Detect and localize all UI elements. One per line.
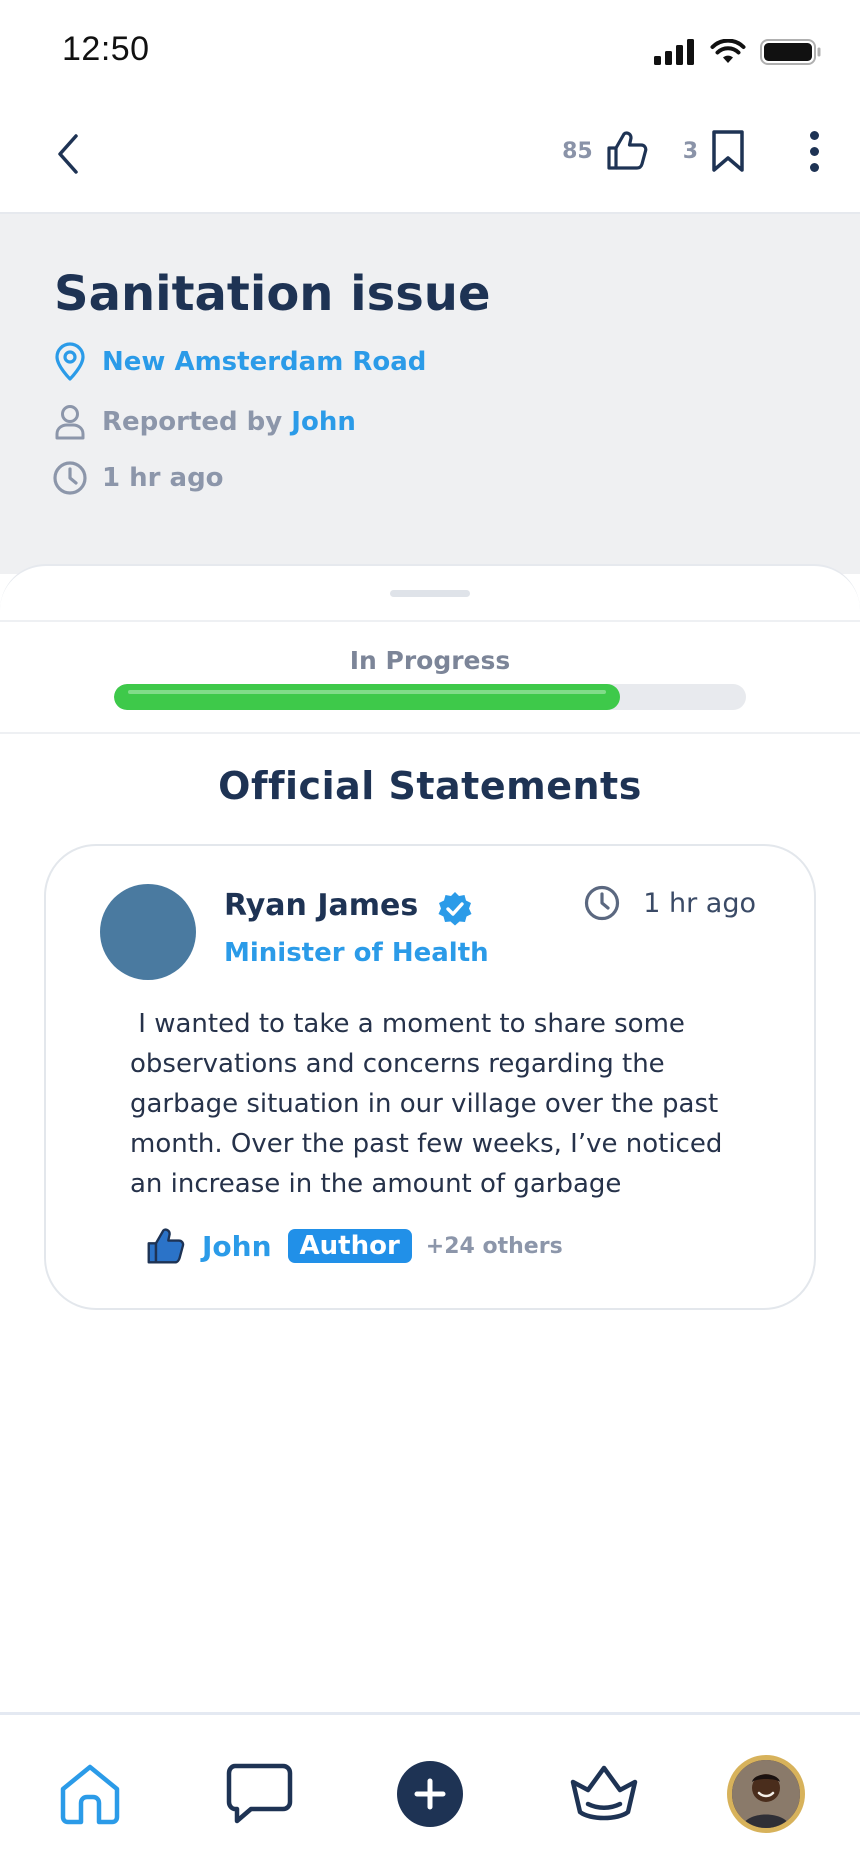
home-icon <box>60 1764 120 1825</box>
statement-time: 1 hr ago <box>583 884 756 922</box>
nav-leaderboard[interactable] <box>554 1749 654 1839</box>
reporter-name[interactable]: John <box>291 407 356 437</box>
others-count[interactable]: +24 others <box>426 1234 563 1259</box>
status-icons <box>654 38 822 66</box>
reported-by-label: Reported by <box>102 407 292 437</box>
bottom-nav <box>0 1712 860 1864</box>
chat-icon <box>226 1763 293 1824</box>
more-options-button[interactable] <box>804 126 824 176</box>
statement-time-text: 1 hr ago <box>643 887 756 919</box>
nav-home[interactable] <box>40 1749 140 1839</box>
thumbs-up-icon <box>607 131 648 170</box>
author-name[interactable]: Ryan James <box>224 888 418 923</box>
statement-body: I wanted to take a moment to share some … <box>130 1009 731 1199</box>
nav-create[interactable] <box>380 1749 480 1839</box>
bookmark-icon <box>712 130 744 172</box>
statement-likes[interactable]: John Author +24 others <box>146 1226 563 1266</box>
divider <box>0 732 860 734</box>
nav-messages[interactable] <box>210 1749 310 1839</box>
nav-actions: 85 3 <box>562 126 824 176</box>
user-icon <box>52 402 88 442</box>
status-time: 12:50 <box>62 30 150 68</box>
location-text: New Amsterdam Road <box>102 347 427 377</box>
battery-icon <box>760 39 821 65</box>
crown-icon <box>570 1765 638 1821</box>
nav-profile[interactable] <box>716 1749 816 1839</box>
location-pin-icon <box>52 342 88 382</box>
verified-badge-icon <box>438 892 472 926</box>
top-nav: 85 3 <box>0 100 860 214</box>
back-button[interactable] <box>48 128 88 180</box>
progress-fill <box>114 684 620 710</box>
issue-time: 1 hr ago <box>52 458 224 498</box>
issue-time-text: 1 hr ago <box>102 463 224 493</box>
author-badge: Author <box>287 1229 412 1263</box>
statement-card[interactable]: Ryan James Minister of Health 1 hr ago I… <box>44 844 816 1310</box>
clock-icon <box>52 458 88 498</box>
issue-header: Sanitation issue New Amsterdam Road Repo… <box>0 214 860 574</box>
back-chevron-icon <box>58 134 78 174</box>
thumbs-up-filled-icon <box>147 1228 185 1264</box>
progress-label: In Progress <box>349 646 511 675</box>
author-avatar[interactable] <box>100 884 196 980</box>
issue-reporter: Reported by John <box>52 402 356 442</box>
more-vertical-icon-dot <box>809 146 819 156</box>
progress-bar <box>114 684 746 710</box>
status-bar: 12:50 <box>0 0 860 100</box>
like-count: 85 <box>562 138 593 164</box>
issue-location[interactable]: New Amsterdam Road <box>52 342 426 382</box>
bookmark-button[interactable]: 3 <box>683 129 746 173</box>
bookmark-count: 3 <box>682 138 698 164</box>
issue-sheet: In Progress Official Statements Ryan Jam… <box>0 564 860 1714</box>
section-title: Official Statements <box>218 764 642 808</box>
author-role: Minister of Health <box>224 938 489 968</box>
more-vertical-icon-dot <box>809 162 819 172</box>
clock-icon <box>585 885 620 921</box>
plus-icon <box>397 1761 463 1827</box>
liker-name[interactable]: John <box>202 1230 272 1263</box>
issue-title: Sanitation issue <box>54 266 491 322</box>
wifi-icon <box>710 39 746 63</box>
profile-avatar <box>727 1755 805 1833</box>
like-button[interactable]: 85 <box>562 129 649 173</box>
more-vertical-icon-dot <box>809 130 819 140</box>
signal-icon <box>654 39 694 65</box>
divider <box>0 620 860 622</box>
drag-handle[interactable] <box>390 590 470 597</box>
